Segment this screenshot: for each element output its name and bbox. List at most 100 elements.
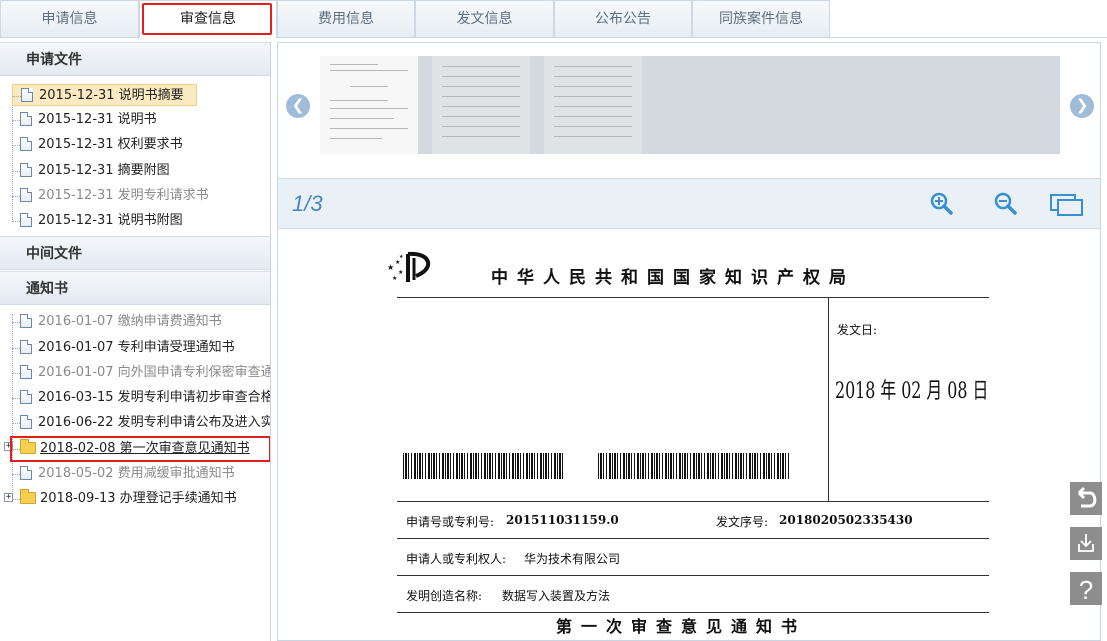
help-button[interactable]: ? [1070,572,1102,605]
document-viewer: ❮ ❯ 1/3 ★ ★ ★ ★ ★ 中华人民共和国国家知识产权局 发文日: 20… [277,42,1101,641]
viewer-toolbar: 1/3 [278,178,1100,229]
help-icon: ? [1079,575,1093,605]
chevron-left-icon[interactable]: ❮ [286,94,310,118]
applicant: 华为技术有限公司 [524,552,621,566]
invention-name-label: 发明创造名称: [406,589,483,603]
tab-fee-info[interactable]: 费用信息 [277,0,415,37]
thumbnail-carousel: ❮ ❯ [278,43,1100,178]
application-no-label: 申请号或专利号: [406,515,495,529]
tree-item-label: 2015-12-31 说明书附图 [38,213,183,228]
tab-label: 发文信息 [456,11,513,27]
document-icon [20,389,32,404]
tab-dispatch-info[interactable]: 发文信息 [415,0,554,37]
file-tree-panel: 申请文件 2015-12-31 说明书摘要 2015-12-31 说明书 201… [0,42,271,641]
section-intermediate-files[interactable]: 中间文件 [0,236,270,270]
tree-item-publication-notice[interactable]: 2016-06-22 发明专利申请公布及进入实质审查阶段通知书 [12,412,270,434]
tab-examination-info[interactable]: 审查信息 [139,0,277,38]
tab-publication-notice[interactable]: 公布公告 [554,0,692,37]
tree-item-label: 2016-01-07 缴纳申请费通知书 [38,314,222,329]
svg-text:★: ★ [387,263,394,272]
section-title: 通知书 [26,281,68,297]
svg-text:★: ★ [392,275,397,282]
tab-application-info[interactable]: 申请信息 [0,0,139,37]
tree-item-description-drawings[interactable]: 2015-12-31 说明书附图 [12,210,267,232]
dispatch-no: 2018020502335430 [779,513,913,527]
tree-item-description[interactable]: 2015-12-31 说明书 [12,109,267,131]
issue-date-label: 发文日: [837,323,878,337]
section-title: 中间文件 [26,246,82,262]
back-icon [1077,486,1097,508]
tree-item-label: 2016-01-07 专利申请受理通知书 [38,340,235,355]
document-icon [20,339,32,354]
chevron-right-icon[interactable]: ❯ [1070,94,1094,118]
section-notices[interactable]: 通知书 [0,271,270,305]
tree-item-label: 2018-05-02 费用减缓审批通知书 [38,466,235,481]
page-indicator: 1/3 [292,191,323,216]
tab-family-cases[interactable]: 同族案件信息 [692,0,830,37]
tree-item-fee-reduction-notice[interactable]: 2018-05-02 费用减缓审批通知书 [12,463,270,485]
tree-item-label: 2018-09-13 办理登记手续通知书 [40,491,237,506]
divider [828,297,829,501]
dispatch-no-label: 发文序号: [716,515,769,529]
tree-item-label: 2016-03-15 发明专利申请初步审查合格通知书 [38,390,270,405]
tree-item-request-form[interactable]: 2015-12-31 发明专利请求书 [12,185,267,207]
document-icon [20,187,32,202]
document-icon [20,313,32,328]
document-icon [20,414,32,429]
divider [397,501,989,502]
document-icon [20,111,32,126]
tree-item-label: 2015-12-31 发明专利请求书 [38,188,209,203]
page-thumbnail-3[interactable] [544,56,642,154]
tab-bar: 申请信息 审查信息 费用信息 发文信息 公布公告 同族案件信息 [0,0,1107,38]
svg-text:★: ★ [398,269,403,276]
divider [397,297,989,298]
tree-item-preliminary-exam-notice[interactable]: 2016-03-15 发明专利申请初步审查合格通知书 [12,387,270,409]
thumbnail-strip [320,56,1060,154]
svg-text:★: ★ [395,259,400,266]
invention-name: 数据写入装置及方法 [502,589,611,603]
cnipa-logo-icon: ★ ★ ★ ★ ★ [386,250,438,286]
issue-date: 2018 年 02 月 08 日 [835,379,989,404]
divider [397,538,989,539]
section-application-files[interactable]: 申请文件 [0,42,270,76]
zoom-in-icon[interactable] [929,191,955,217]
tree-item-label: 2015-12-31 摘要附图 [38,163,170,178]
barcode-right [598,453,790,479]
tab-label: 费用信息 [318,11,374,27]
tree-item-label: 2016-01-07 向外国申请专利保密审查通知书 [38,365,270,380]
document-icon [20,162,32,177]
fit-window-icon[interactable] [1049,191,1085,217]
tree-item-acceptance-notice[interactable]: 2016-01-07 专利申请受理通知书 [12,337,270,359]
tree-item-application-fee-notice[interactable]: 2016-01-07 缴纳申请费通知书 [12,311,270,333]
back-button[interactable] [1070,482,1102,515]
tree-item-label: 2015-12-31 说明书 [38,112,157,127]
patent-viewer-app: 申请信息 审查信息 费用信息 发文信息 公布公告 同族案件信息 申请文件 201… [0,0,1107,641]
tree-item-first-office-action[interactable]: 2018-02-08 第一次审查意见通知书 [10,436,270,462]
document-page: ★ ★ ★ ★ ★ 中华人民共和国国家知识产权局 发文日: 2018 年 02 … [278,230,1100,640]
tree-item-confidentiality-notice[interactable]: 2016-01-07 向外国申请专利保密审查通知书 [12,362,270,384]
tree-item-abstract-drawing[interactable]: 2015-12-31 摘要附图 [12,160,267,182]
barcode-left [403,453,565,479]
download-icon [1078,534,1094,552]
document-icon [20,136,32,151]
folder-icon [20,438,36,454]
tab-label: 公布公告 [595,11,651,27]
tree-item-registration-notice[interactable]: 2018-09-13 办理登记手续通知书 [12,488,270,510]
tab-label: 同族案件信息 [719,11,803,27]
section-title: 申请文件 [26,52,82,68]
tab-label: 审查信息 [180,11,236,27]
agency-name: 中华人民共和国国家知识产权局 [491,268,855,288]
page-thumbnail-2[interactable] [432,56,530,154]
svg-text:?: ? [1079,575,1093,605]
svg-text:★: ★ [399,254,404,260]
tree-item-label: 2016-06-22 发明专利申请公布及进入实质审查阶段通知书 [38,415,270,430]
download-button[interactable] [1070,527,1102,560]
tree-item-label: 2018-02-08 第一次审查意见通知书 [40,441,250,456]
tree-item-abstract[interactable]: 2015-12-31 说明书摘要 [12,84,197,106]
zoom-out-icon[interactable] [993,191,1019,217]
page-thumbnail-1[interactable] [320,56,418,154]
applicant-label: 申请人或专利权人: [406,552,507,566]
application-no: 201511031159.0 [506,513,619,527]
tree-item-label: 2015-12-31 权利要求书 [38,137,183,152]
tree-item-claims[interactable]: 2015-12-31 权利要求书 [12,134,267,156]
